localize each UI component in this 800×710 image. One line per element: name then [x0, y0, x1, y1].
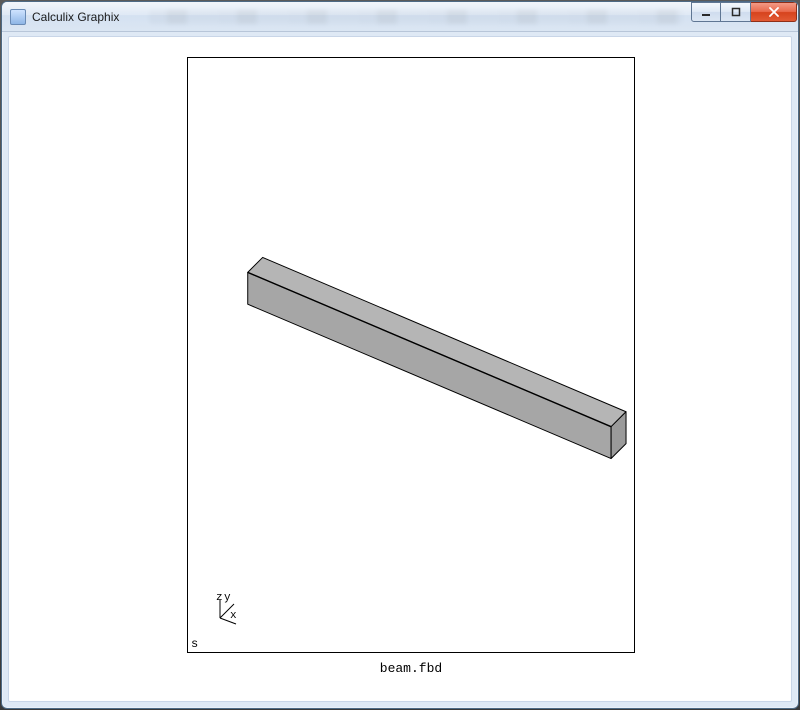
axis-label-y: y [224, 592, 231, 604]
client-area: z y x s beam.fbd [8, 36, 792, 702]
title-bar-background-blur [149, 10, 683, 24]
maximize-button[interactable] [721, 2, 751, 22]
app-icon [10, 9, 26, 25]
minimize-button[interactable] [691, 2, 721, 22]
viewport-3d[interactable]: z y x s [187, 57, 635, 653]
application-window: Calculix Graphix [1, 1, 799, 709]
title-bar[interactable]: Calculix Graphix [2, 2, 798, 32]
filename-label: beam.fbd [187, 661, 635, 676]
window-controls [691, 2, 797, 31]
close-button[interactable] [751, 2, 797, 22]
beam-model [188, 58, 634, 652]
axis-gizmo: z y x [206, 592, 246, 632]
viewport-status-char: s [191, 637, 198, 651]
window-title: Calculix Graphix [32, 10, 119, 24]
axis-label-z: z [216, 592, 223, 604]
axis-label-x: x [230, 610, 237, 622]
